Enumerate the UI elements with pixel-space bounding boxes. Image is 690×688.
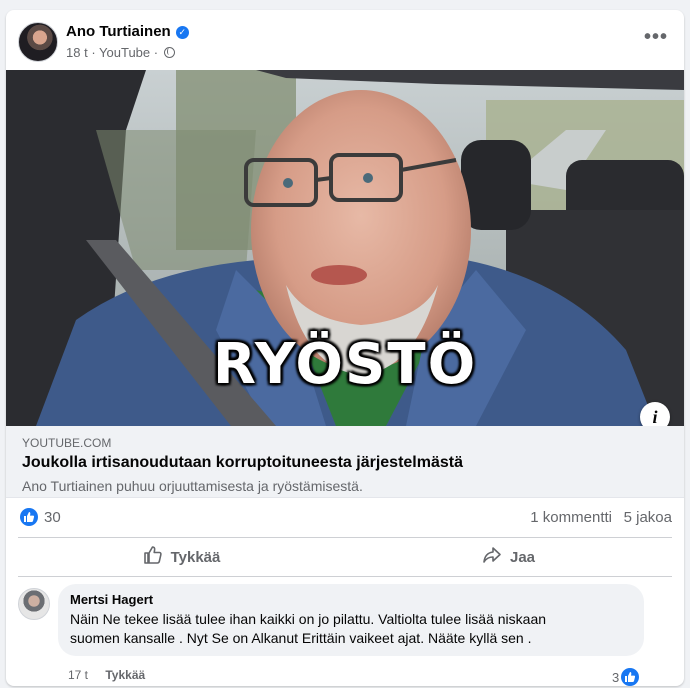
like-button[interactable]: Tykkää [18,540,345,574]
divider [18,576,672,577]
comment-text-line: suomen kansalle . Nyt Se on Alkanut Erit… [70,630,532,646]
post-card: Ano Turtiainen ✓ 18 t · YouTube · ••• RY… [6,10,684,686]
commenter-avatar[interactable] [18,588,50,620]
comment-reactions[interactable]: 3 [612,668,640,686]
video-thumbnail[interactable]: RYÖSTÖ i [6,70,684,426]
comment-text-line: Näin Ne tekee lisää tulee ihan kaikki on… [70,611,547,627]
thumbs-up-icon [143,545,163,569]
comment-like-link[interactable]: Tykkää [105,668,145,682]
link-preview[interactable]: YOUTUBE.COM Joukolla irtisanoudutaan kor… [6,426,684,498]
comment-bubble: Mertsi Hagert Näin Ne tekee lisää tulee … [58,584,644,656]
share-label: Jaa [509,548,536,566]
share-arrow-icon [482,545,502,569]
video-overlay-text: RYÖSTÖ [212,332,478,397]
comment: Mertsi Hagert Näin Ne tekee lisää tulee … [6,584,684,686]
comment-time[interactable]: 17 t [68,668,88,682]
link-domain: YOUTUBE.COM [22,436,112,450]
author-avatar[interactable] [18,22,58,62]
link-title[interactable]: Joukolla irtisanoudutaan korruptoitunees… [22,454,463,472]
meta-separator: · [153,45,159,60]
author-name-row: Ano Turtiainen ✓ [66,23,189,40]
verified-badge-icon: ✓ [175,26,189,39]
comments-count[interactable]: 1 kommentti [530,509,612,526]
author-name[interactable]: Ano Turtiainen [66,23,171,40]
comment-meta: 17 t Tykkää [68,668,145,682]
post-time[interactable]: 18 t [66,45,88,60]
like-reaction-icon[interactable] [20,508,38,526]
share-button[interactable]: Jaa [345,540,672,574]
shares-count[interactable]: 5 jakoa [624,509,672,526]
globe-icon [163,47,175,58]
like-reaction-icon [621,668,640,686]
info-icon[interactable]: i [640,402,670,426]
commenter-name[interactable]: Mertsi Hagert [70,592,632,607]
like-label: Tykkää [170,548,221,566]
reactions-bar: 30 1 kommentti 5 jakoa [6,498,684,538]
link-description: Ano Turtiainen puhuu orjuuttamisesta ja … [22,478,363,494]
post-header: Ano Turtiainen ✓ 18 t · YouTube · ••• [6,10,684,70]
comment-reaction-count: 3 [612,670,620,685]
more-options-icon[interactable]: ••• [644,27,668,52]
meta-separator: · [91,45,96,60]
post-actions: Tykkää Jaa [18,538,672,576]
post-source: YouTube [99,45,151,60]
post-meta: 18 t · YouTube · [66,45,175,60]
reaction-count[interactable]: 30 [44,509,61,526]
